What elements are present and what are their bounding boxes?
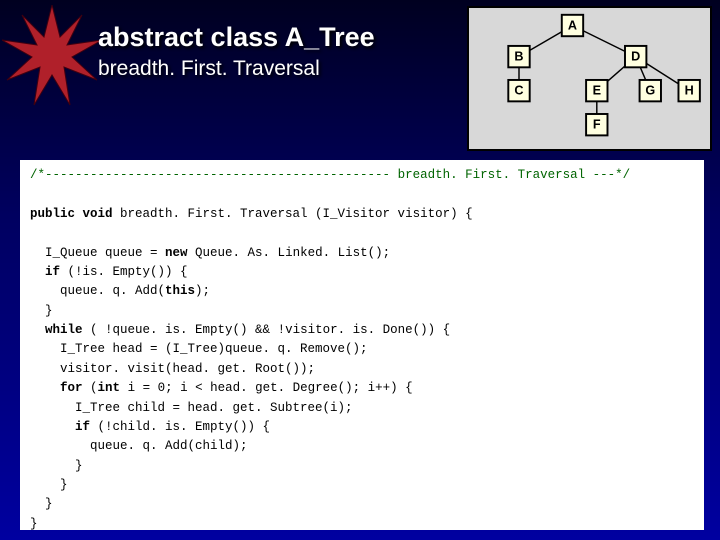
svg-text:C: C: [514, 84, 523, 98]
tree-node-G: G: [640, 80, 661, 101]
svg-text:A: A: [568, 19, 577, 33]
tree-node-B: B: [508, 46, 529, 67]
svg-text:E: E: [593, 84, 601, 98]
slide-title: abstract class A_Tree breadth. First. Tr…: [98, 22, 458, 112]
svg-text:D: D: [631, 50, 640, 64]
tree-diagram: A B D C E G H F: [467, 6, 712, 151]
tree-node-A: A: [562, 15, 583, 36]
code-block: /*--------------------------------------…: [20, 160, 704, 530]
svg-text:F: F: [593, 118, 601, 132]
starburst-icon: [2, 5, 102, 115]
tree-node-F: F: [586, 114, 607, 135]
svg-text:H: H: [685, 84, 694, 98]
title-main: abstract class A_Tree: [98, 22, 458, 53]
tree-node-E: E: [586, 80, 607, 101]
tree-node-C: C: [508, 80, 529, 101]
svg-text:B: B: [514, 50, 523, 64]
tree-node-D: D: [625, 46, 646, 67]
svg-text:G: G: [645, 84, 655, 98]
tree-node-H: H: [678, 80, 699, 101]
title-sub: breadth. First. Traversal: [98, 57, 458, 81]
code-text: /*--------------------------------------…: [30, 166, 694, 530]
